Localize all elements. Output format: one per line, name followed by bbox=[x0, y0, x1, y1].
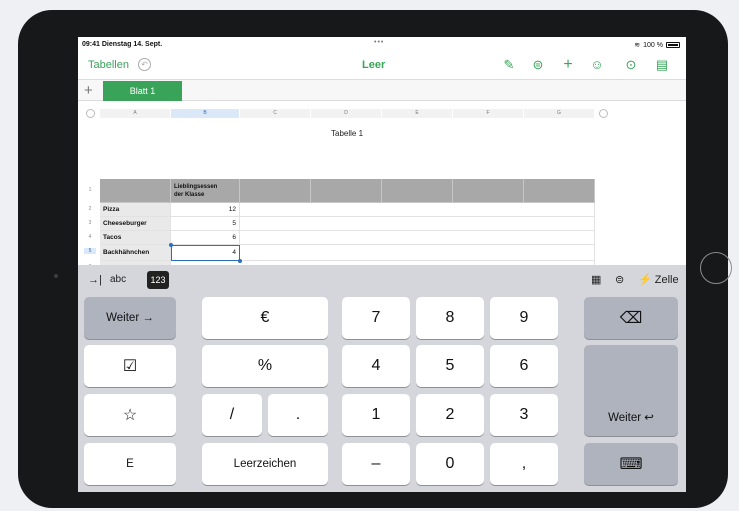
organize-menu-icon[interactable]: ⊜ bbox=[529, 57, 547, 73]
header-line-2: der Klasse bbox=[174, 192, 205, 198]
key-2[interactable]: 2 bbox=[416, 394, 484, 436]
row-number[interactable]: 4 bbox=[84, 234, 96, 240]
weiter-next-button[interactable]: Weiter → bbox=[84, 297, 176, 339]
scientific-e-key[interactable]: E bbox=[84, 443, 176, 485]
row-number[interactable]: 1 bbox=[84, 187, 96, 193]
euro-key[interactable]: € bbox=[202, 297, 328, 339]
document-title: Leer bbox=[362, 59, 386, 71]
hide-keyboard-icon[interactable]: ⌨ bbox=[584, 443, 678, 485]
spreadsheet-canvas[interactable]: A B C D E F G Tabelle 1 1 Lieblingsessen… bbox=[78, 101, 686, 275]
slash-key[interactable]: / bbox=[202, 394, 262, 436]
tab-key-icon[interactable]: →| bbox=[88, 274, 102, 286]
comma-key[interactable]: , bbox=[490, 443, 558, 485]
cell-b4[interactable]: 6 bbox=[171, 231, 240, 245]
header-line-1: Lieblingsessen bbox=[174, 184, 218, 190]
numeric-keyboard: →| abc 123 ▦ ⊜ ⚡ Zelle Weiter → ☑ ☆ E € … bbox=[78, 265, 686, 492]
function-menu-icon[interactable]: ⊜ bbox=[615, 273, 624, 286]
screen: 09:41 Dienstag 14. Sept. ••• ≋ 100 % Tab… bbox=[78, 37, 686, 492]
cell-a3[interactable]: Cheeseburger bbox=[100, 217, 171, 231]
empty-cells[interactable] bbox=[240, 217, 595, 231]
table-title[interactable]: Tabelle 1 bbox=[331, 129, 363, 138]
minus-key[interactable]: – bbox=[342, 443, 410, 485]
format-brush-icon[interactable]: ✎ bbox=[500, 57, 518, 73]
undo-icon[interactable]: ↶ bbox=[138, 58, 151, 71]
key-4[interactable]: 4 bbox=[342, 345, 410, 387]
table-select-handle[interactable] bbox=[86, 109, 95, 118]
home-button[interactable] bbox=[700, 252, 732, 284]
more-options-icon[interactable]: ⊙ bbox=[622, 57, 640, 73]
delete-key-icon[interactable]: ⌫ bbox=[584, 297, 678, 339]
percent-key[interactable]: % bbox=[202, 345, 328, 387]
add-column-handle[interactable] bbox=[599, 109, 608, 118]
status-time: 09:41 Dienstag 14. Sept. bbox=[82, 41, 163, 48]
cell-a5[interactable]: Backhähnchen bbox=[100, 245, 171, 261]
cell-b1[interactable]: Lieblingsessen der Klasse bbox=[171, 179, 240, 203]
cell-f1[interactable] bbox=[453, 179, 524, 203]
column-header-d[interactable]: D bbox=[311, 109, 382, 118]
add-sheet-icon[interactable]: + bbox=[84, 82, 93, 99]
empty-cells[interactable] bbox=[240, 231, 595, 245]
keyboard-shortcut-bar: →| abc 123 ▦ ⊜ ⚡ Zelle bbox=[78, 265, 686, 295]
space-key[interactable]: Leerzeichen bbox=[202, 443, 328, 485]
cell-a1[interactable] bbox=[100, 179, 171, 203]
document-view-icon[interactable]: ▤ bbox=[653, 57, 671, 73]
cell-a2[interactable]: Pizza bbox=[100, 203, 171, 217]
row-number[interactable]: 3 bbox=[84, 220, 96, 226]
cell-action-button[interactable]: ⚡ Zelle bbox=[638, 273, 679, 286]
key-0[interactable]: 0 bbox=[416, 443, 484, 485]
front-camera bbox=[54, 274, 58, 278]
key-1[interactable]: 1 bbox=[342, 394, 410, 436]
status-bar: 09:41 Dienstag 14. Sept. ••• ≋ 100 % bbox=[78, 37, 686, 51]
cell-selection-outline bbox=[171, 245, 240, 261]
numeric-mode-button[interactable]: 123 bbox=[147, 271, 169, 289]
selection-handle[interactable] bbox=[169, 243, 173, 247]
key-3[interactable]: 3 bbox=[490, 394, 558, 436]
column-header-g[interactable]: G bbox=[524, 109, 595, 118]
empty-cells[interactable] bbox=[240, 245, 595, 261]
column-header-f[interactable]: F bbox=[453, 109, 524, 118]
multitasking-dots-icon[interactable]: ••• bbox=[374, 39, 384, 46]
sheet-tabs: + Blatt 1 bbox=[78, 79, 686, 101]
app-toolbar: Tabellen ↶ Leer ✎ ⊜ + ☺ ⊙ ▤ bbox=[78, 51, 686, 79]
key-6[interactable]: 6 bbox=[490, 345, 558, 387]
column-header-a[interactable]: A bbox=[100, 109, 171, 118]
weiter-return-button[interactable]: Weiter ↩ bbox=[584, 345, 678, 436]
collaborate-icon[interactable]: ☺ bbox=[588, 57, 606, 73]
star-rating-key-icon[interactable]: ☆ bbox=[84, 394, 176, 436]
cell-e1[interactable] bbox=[382, 179, 453, 203]
tab-blatt-1[interactable]: Blatt 1 bbox=[103, 81, 182, 101]
battery-label: 100 % bbox=[643, 41, 663, 49]
wifi-icon: ≋ bbox=[634, 42, 641, 49]
back-to-spreadsheets-button[interactable]: Tabellen bbox=[88, 59, 129, 71]
cell-g1[interactable] bbox=[524, 179, 595, 203]
insert-plus-icon[interactable]: + bbox=[559, 57, 577, 73]
key-5[interactable]: 5 bbox=[416, 345, 484, 387]
abc-mode-button[interactable]: abc bbox=[110, 274, 126, 285]
key-7[interactable]: 7 bbox=[342, 297, 410, 339]
cell-b2[interactable]: 12 bbox=[171, 203, 240, 217]
column-header-b[interactable]: B bbox=[171, 109, 240, 118]
row-number[interactable]: 2 bbox=[84, 206, 96, 212]
key-9[interactable]: 9 bbox=[490, 297, 558, 339]
row-number-selected[interactable]: 5 bbox=[84, 248, 96, 254]
battery-status: ≋ 100 % bbox=[634, 41, 680, 49]
cell-c1[interactable] bbox=[240, 179, 311, 203]
dot-key[interactable]: . bbox=[268, 394, 328, 436]
column-header-e[interactable]: E bbox=[382, 109, 453, 118]
key-8[interactable]: 8 bbox=[416, 297, 484, 339]
cell-format-icon[interactable]: ▦ bbox=[591, 273, 601, 286]
empty-cells[interactable] bbox=[240, 203, 595, 217]
checkbox-key-icon[interactable]: ☑ bbox=[84, 345, 176, 387]
cell-b3[interactable]: 5 bbox=[171, 217, 240, 231]
cell-a4[interactable]: Tacos bbox=[100, 231, 171, 245]
battery-icon bbox=[666, 42, 680, 48]
cell-d1[interactable] bbox=[311, 179, 382, 203]
column-header-c[interactable]: C bbox=[240, 109, 311, 118]
